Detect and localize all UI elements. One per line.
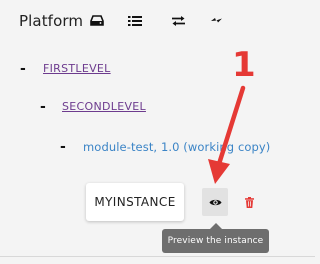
collapse-toggle-level2[interactable]: -	[40, 100, 46, 114]
collapse-toggle-level1[interactable]: -	[20, 62, 26, 76]
page-title: Platform	[19, 12, 84, 30]
delete-button[interactable]	[241, 194, 257, 210]
tree-item-module[interactable]: module-test, 1.0 (working copy)	[83, 140, 270, 154]
bolt-icon[interactable]	[207, 12, 225, 30]
list-icon[interactable]	[126, 12, 144, 30]
collapse-toggle-module[interactable]: -	[60, 140, 66, 154]
annotation-number: 1	[232, 45, 256, 85]
swap-icon[interactable]	[169, 12, 187, 30]
trash-icon	[244, 196, 254, 208]
tooltip: Preview the instance	[162, 229, 269, 253]
preview-button[interactable]	[202, 188, 228, 216]
drive-icon[interactable]	[88, 12, 106, 30]
tree-item-firstlevel[interactable]: FIRSTLEVEL	[43, 62, 111, 75]
annotation-arrow	[208, 85, 246, 184]
divider	[0, 256, 315, 257]
instance-button[interactable]: MYINSTANCE	[86, 183, 184, 221]
tree-item-secondlevel[interactable]: SECONDLEVEL	[62, 100, 146, 113]
platform-panel: Platform - FIRSTLEVEL - SECONDLEVEL - mo…	[0, 0, 315, 264]
eye-icon	[209, 198, 222, 207]
